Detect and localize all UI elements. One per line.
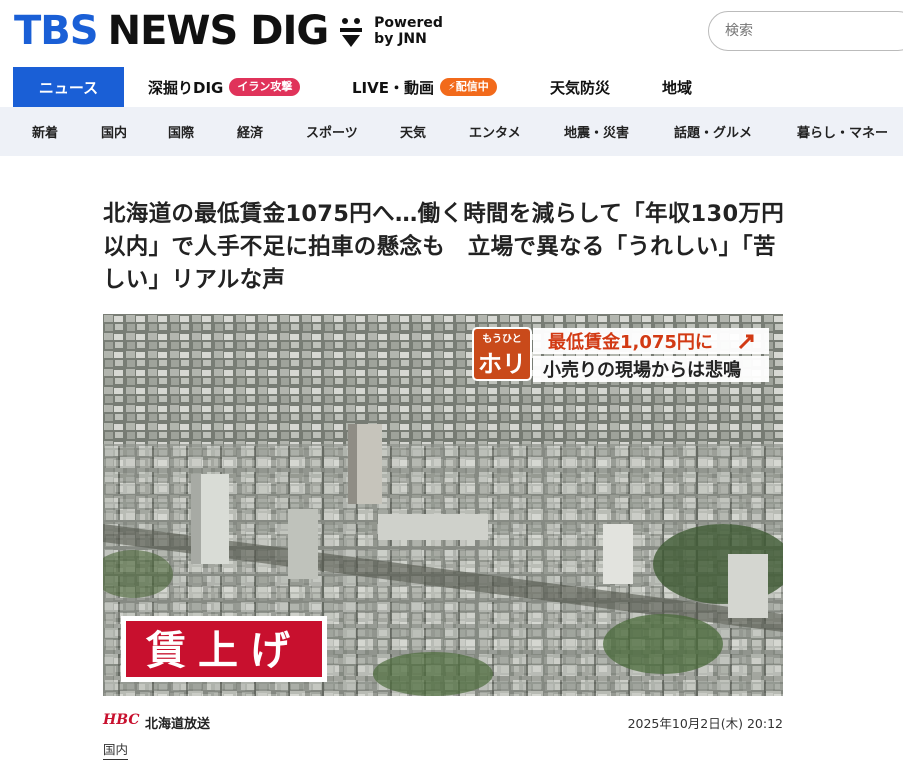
main-nav-region[interactable]: 地域 (662, 67, 692, 107)
live-badge: ⚡配信中 (440, 78, 497, 96)
sub-nav-weather[interactable]: 天気 (400, 107, 426, 156)
sub-nav-life-money[interactable]: 暮らし・マネー (797, 107, 888, 156)
stamp-text: 賃上げ (145, 628, 302, 674)
powered-line2: by JNN (374, 31, 427, 47)
main-nav-fukabori-label: 深掘りDIG (148, 78, 224, 97)
sub-nav-international[interactable]: 国際 (168, 107, 194, 156)
main-nav-weather-label: 天気防災 (550, 78, 611, 97)
search-input[interactable] (708, 11, 903, 51)
sub-nav-sports[interactable]: スポーツ (306, 107, 358, 156)
site-header: TBS NEWS DIG Powered by JNN (0, 0, 903, 66)
sub-nav-domestic[interactable]: 国内 (101, 107, 127, 156)
dig-shovel-icon (340, 18, 363, 47)
source-name[interactable]: 北海道放送 (145, 713, 210, 732)
sub-nav-economy[interactable]: 経済 (237, 107, 263, 156)
mouhitohori-tag: もうひと ホリ (472, 327, 532, 381)
live-badge-label: 配信中 (455, 80, 489, 93)
caption-main-text: 最低賃金1,075円に (548, 331, 713, 353)
publish-datetime: 2025年10月2日(木) 20:12 (627, 716, 783, 731)
sub-nav-topics-gourmet[interactable]: 話題・グルメ (674, 107, 752, 156)
tag-big-text: ホリ (478, 350, 526, 378)
hbc-logo[interactable]: HBC (103, 712, 139, 728)
main-nav-live[interactable]: LIVE・動画 ⚡配信中 (352, 67, 497, 107)
main-nav-live-label: LIVE・動画 (352, 78, 434, 97)
logo-tbs-text: TBS (14, 8, 99, 54)
sub-nav: 新着 国内 国際 経済 スポーツ 天気 エンタメ 地震・災害 話題・グルメ 暮ら… (0, 107, 903, 156)
site-logo[interactable]: TBS NEWS DIG Powered by JNN (14, 8, 443, 54)
sub-nav-entertainment[interactable]: エンタメ (469, 107, 521, 156)
main-nav-fukabori-dig[interactable]: 深掘りDIG イラン攻撃 (148, 67, 301, 107)
article-headline: 北海道の最低賃金1075円へ…働く時間を減らして「年収130万円以内」で人手不足… (103, 201, 785, 293)
article-meta: HBC 北海道放送 2025年10月2日(木) 20:12 (103, 710, 783, 732)
aerial-city-photo: もうひと ホリ 最低賃金1,075円に 小売りの現場からは悲鳴 賃上げ (103, 314, 783, 696)
sub-nav-disaster[interactable]: 地震・災害 (564, 107, 629, 156)
powered-line1: Powered (374, 15, 443, 31)
iran-attack-badge: イラン攻撃 (229, 78, 301, 96)
main-nav-news[interactable]: ニュース (13, 67, 124, 107)
sub-nav-new[interactable]: 新着 (32, 107, 58, 156)
lightning-icon: ⚡ (448, 80, 456, 93)
wage-raise-stamp: 賃上げ (121, 616, 327, 682)
powered-by-jnn: Powered by JNN (374, 15, 443, 47)
main-nav-region-label: 地域 (662, 78, 693, 97)
caption-sub-text: 小売りの現場からは悲鳴 (543, 359, 741, 381)
main-nav-weather[interactable]: 天気防災 (550, 67, 610, 107)
logo-news-dig-text: NEWS DIG (107, 8, 330, 54)
article-hero-image[interactable]: もうひと ホリ 最低賃金1,075円に 小売りの現場からは悲鳴 賃上げ (103, 314, 783, 696)
tag-top-text: もうひと (482, 333, 521, 345)
main-nav-news-label: ニュース (38, 78, 99, 97)
main-nav: ニュース 深掘りDIG イラン攻撃 LIVE・動画 ⚡配信中 天気防災 地域 (0, 67, 903, 107)
category-tag-domestic[interactable]: 国内 (103, 739, 129, 760)
